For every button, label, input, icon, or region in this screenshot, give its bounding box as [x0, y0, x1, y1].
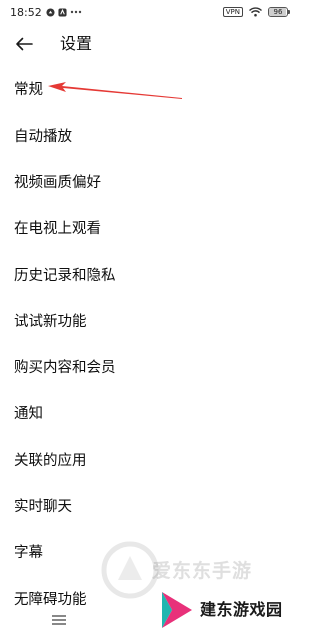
watermark-faded-text: 爱东东手游 [152, 560, 253, 582]
arrow-left-icon [16, 37, 33, 51]
settings-item-label: 关联的应用 [14, 452, 87, 469]
settings-item-live-chat[interactable]: 实时聊天 [0, 482, 300, 528]
app-notification-icon [46, 7, 55, 17]
app-notification-icon-2 [58, 7, 67, 17]
status-right: VPN 96 [222, 7, 290, 17]
menu-icon[interactable] [52, 615, 66, 625]
battery-icon: 96 [268, 7, 290, 17]
settings-item-label: 自动播放 [14, 128, 72, 145]
settings-item-autoplay[interactable]: 自动播放 [0, 112, 300, 158]
settings-item-label: 字幕 [14, 545, 43, 562]
app-bar: 设置 [0, 24, 300, 64]
settings-item-label: 实时聊天 [14, 499, 72, 516]
status-time: 18:52 [10, 5, 42, 19]
brand-name: 建东游戏园 [200, 600, 283, 619]
watermark-logo [101, 541, 159, 599]
battery-level: 96 [273, 8, 283, 16]
settings-item-notifications[interactable]: 通知 [0, 390, 300, 436]
back-button[interactable] [10, 30, 38, 58]
settings-item-purchases-memberships[interactable]: 购买内容和会员 [0, 343, 300, 389]
status-left: 18:52 [10, 6, 82, 19]
settings-item-label: 试试新功能 [14, 313, 87, 330]
page-title: 设置 [60, 34, 93, 53]
settings-item-label: 通知 [14, 406, 43, 423]
settings-list: 常规 自动播放 视频画质偏好 在电视上观看 历史记录和隐私 试试新功能 购买内容… [0, 64, 300, 621]
settings-item-connected-apps[interactable]: 关联的应用 [0, 436, 300, 482]
settings-item-video-quality[interactable]: 视频画质偏好 [0, 158, 300, 204]
settings-item-label: 历史记录和隐私 [14, 267, 116, 284]
settings-item-watch-on-tv[interactable]: 在电视上观看 [0, 205, 300, 251]
wifi-icon [249, 7, 262, 17]
settings-item-general[interactable]: 常规 [0, 64, 300, 112]
settings-item-label: 视频画质偏好 [14, 174, 101, 191]
settings-item-label: 常规 [14, 81, 43, 98]
notification-icons [46, 7, 82, 17]
settings-item-history-privacy[interactable]: 历史记录和隐私 [0, 251, 300, 297]
more-notifications-icon [70, 10, 81, 14]
settings-item-label: 购买内容和会员 [14, 360, 116, 377]
brand-logo-icon [162, 592, 192, 628]
settings-item-label: 在电视上观看 [14, 221, 101, 238]
settings-item-try-new-features[interactable]: 试试新功能 [0, 297, 300, 343]
status-bar: 18:52 VPN 96 [0, 0, 300, 24]
vpn-badge: VPN [222, 7, 243, 17]
